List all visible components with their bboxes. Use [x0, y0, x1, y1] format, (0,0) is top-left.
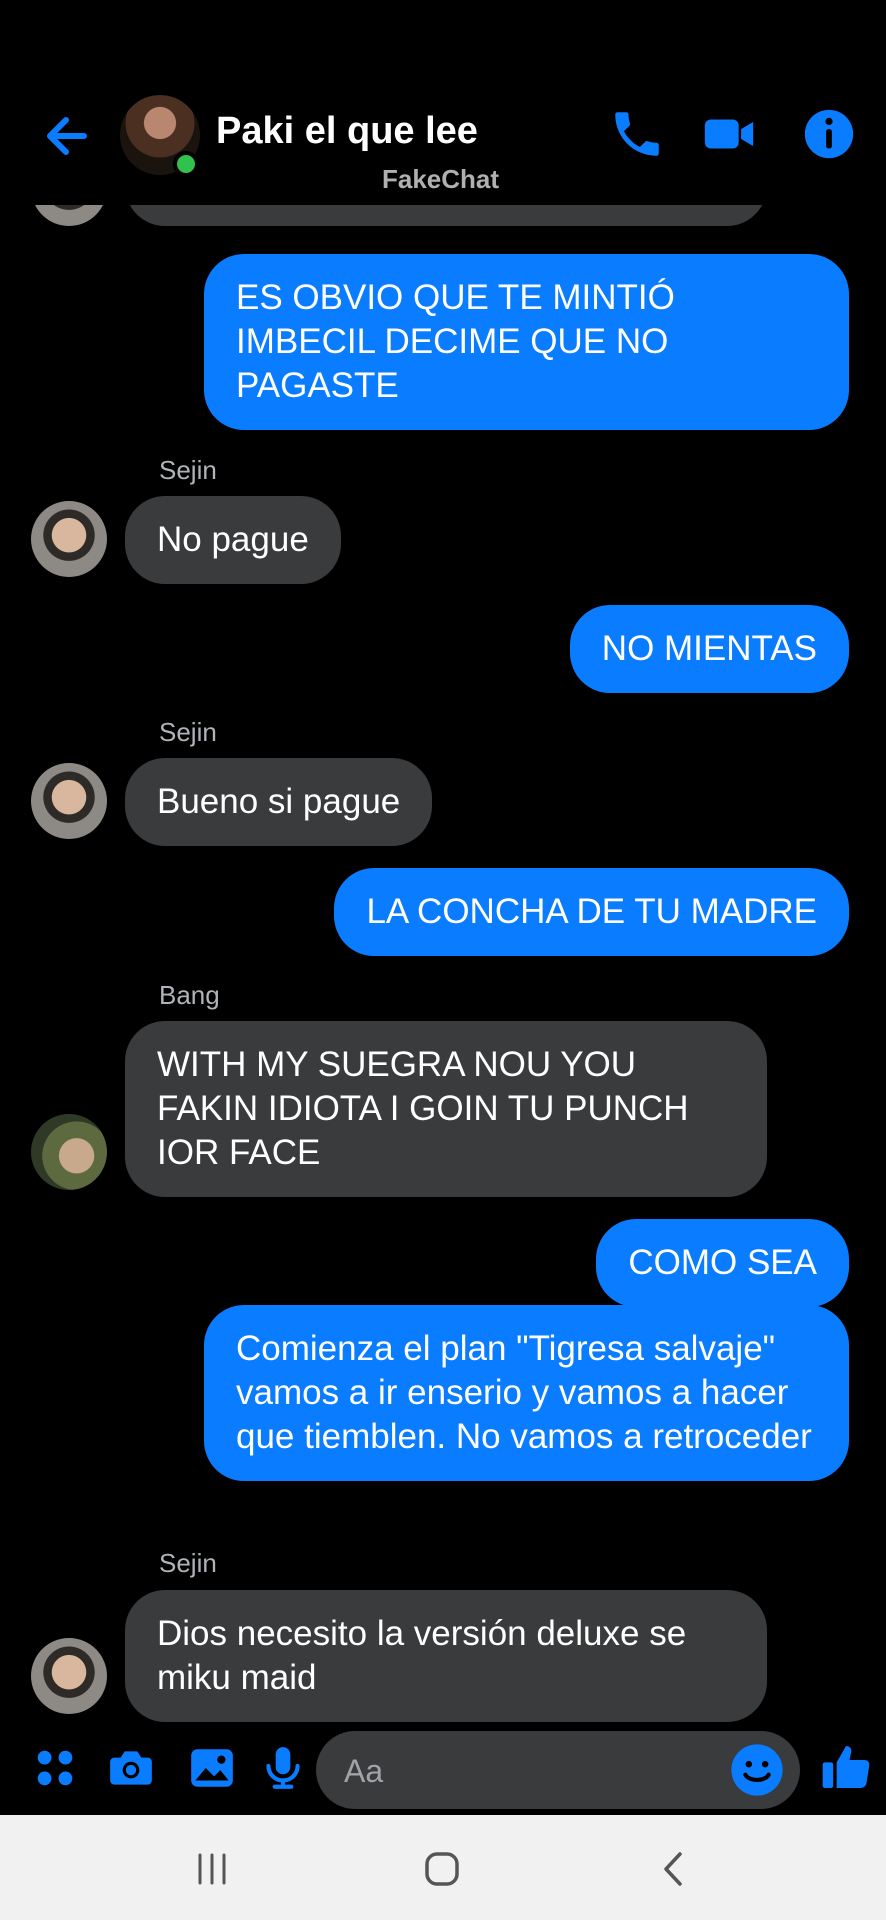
- message-bubble-outgoing[interactable]: COMO SEA: [596, 1219, 849, 1307]
- chat-thread[interactable]: ES OBVIO QUE TE MINTIÓ IMBECIL DECIME QU…: [0, 0, 886, 1725]
- message-input[interactable]: Aa: [316, 1731, 800, 1809]
- thumbs-up-icon[interactable]: [818, 1739, 874, 1795]
- message-bubble-outgoing[interactable]: NO MIENTAS: [569, 605, 849, 693]
- message-composer: Aa: [0, 1725, 886, 1815]
- home-icon[interactable]: [422, 1849, 462, 1889]
- message-bubble-outgoing[interactable]: LA CONCHA DE TU MADRE: [334, 868, 849, 956]
- conversation-title[interactable]: Paki el que lee: [216, 110, 478, 153]
- emoji-icon[interactable]: [729, 1742, 785, 1798]
- message-bubble-incoming[interactable]: No pague: [125, 496, 341, 584]
- online-status-icon: [173, 151, 199, 177]
- message-input-placeholder: Aa: [344, 1753, 384, 1789]
- sender-avatar[interactable]: [31, 763, 107, 839]
- video-camera-icon[interactable]: [700, 105, 758, 163]
- phone-icon[interactable]: [608, 105, 666, 163]
- back-icon[interactable]: [654, 1849, 694, 1889]
- sender-name: Bang: [159, 980, 220, 1010]
- recent-apps-icon[interactable]: [192, 1849, 232, 1889]
- sender-name: Sejin: [159, 1548, 217, 1578]
- camera-icon[interactable]: [106, 1743, 156, 1793]
- sender-avatar[interactable]: [31, 501, 107, 577]
- message-bubble-incoming[interactable]: Dios necesito la versión deluxe se miku …: [125, 1590, 767, 1722]
- sender-avatar[interactable]: [31, 1114, 107, 1190]
- conversation-header: Paki el que lee FakeChat: [0, 0, 886, 205]
- info-icon[interactable]: [800, 105, 858, 163]
- system-navigation-bar: [0, 1815, 886, 1920]
- sender-name: Sejin: [159, 455, 217, 485]
- gallery-icon[interactable]: [187, 1743, 237, 1793]
- watermark-label: FakeChat: [382, 164, 500, 194]
- message-bubble-incoming[interactable]: WITH MY SUEGRA NOU YOU FAKIN IDIOTA I GO…: [125, 1021, 767, 1197]
- back-arrow-icon[interactable]: [40, 108, 96, 164]
- microphone-icon[interactable]: [258, 1743, 308, 1793]
- apps-icon[interactable]: [30, 1743, 80, 1793]
- message-bubble-outgoing[interactable]: Comienza el plan "Tigresa salvaje" vamos…: [204, 1305, 849, 1481]
- message-bubble-outgoing[interactable]: ES OBVIO QUE TE MINTIÓ IMBECIL DECIME QU…: [204, 254, 849, 430]
- message-bubble-incoming[interactable]: Bueno si pague: [125, 758, 433, 846]
- sender-avatar[interactable]: [31, 1638, 107, 1714]
- sender-name: Sejin: [159, 717, 217, 747]
